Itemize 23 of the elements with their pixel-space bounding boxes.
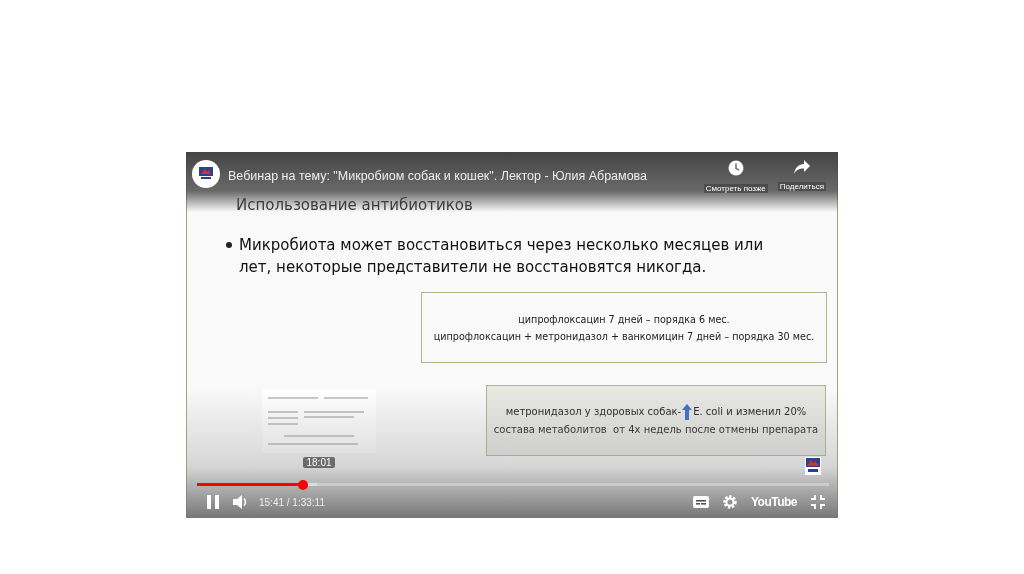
preview-time: 18:01 <box>303 457 335 468</box>
box-text: состава метаболитов от 4х недель после отмены препарата <box>493 422 819 437</box>
video-title[interactable]: Вебинар на тему: "Микробиом собак и кошек". Лектор - Юлия Абрамова <box>228 169 648 183</box>
slide-title: Использование антибиотиков <box>236 196 474 214</box>
settings-icon[interactable] <box>722 495 737 509</box>
exit-fullscreen-icon[interactable] <box>811 495 825 509</box>
hills-logo-icon <box>805 457 821 475</box>
box-text: E. coli и изменил 20% <box>693 404 807 419</box>
share-arrow-icon <box>793 160 810 174</box>
bullet-text: Микробиота может восстановиться через несколько месяцев или лет, некоторые представители не восстановятся никогда. <box>239 235 765 278</box>
box-text: ципрофлоксацин + метронидазол + ванкомицин 7 дней – порядка 30 мес. <box>433 329 815 344</box>
up-arrow-icon <box>682 403 693 420</box>
logo-icon <box>199 167 213 181</box>
clock-icon <box>727 160 744 176</box>
pause-icon[interactable] <box>207 495 219 509</box>
scrubber-handle[interactable] <box>298 479 309 490</box>
share-button[interactable]: Поделиться <box>777 160 826 193</box>
box-text: ципрофлоксацин 7 дней – порядка 6 мес. <box>518 312 730 327</box>
watch-later-button[interactable]: Смотреть позже <box>703 160 768 193</box>
volume-icon[interactable] <box>233 495 249 509</box>
time-display: 15:41 / 1:33:11 <box>259 496 325 508</box>
bullet-icon <box>226 242 232 248</box>
box-text: метронидазол у здоровых собак- <box>505 404 682 419</box>
